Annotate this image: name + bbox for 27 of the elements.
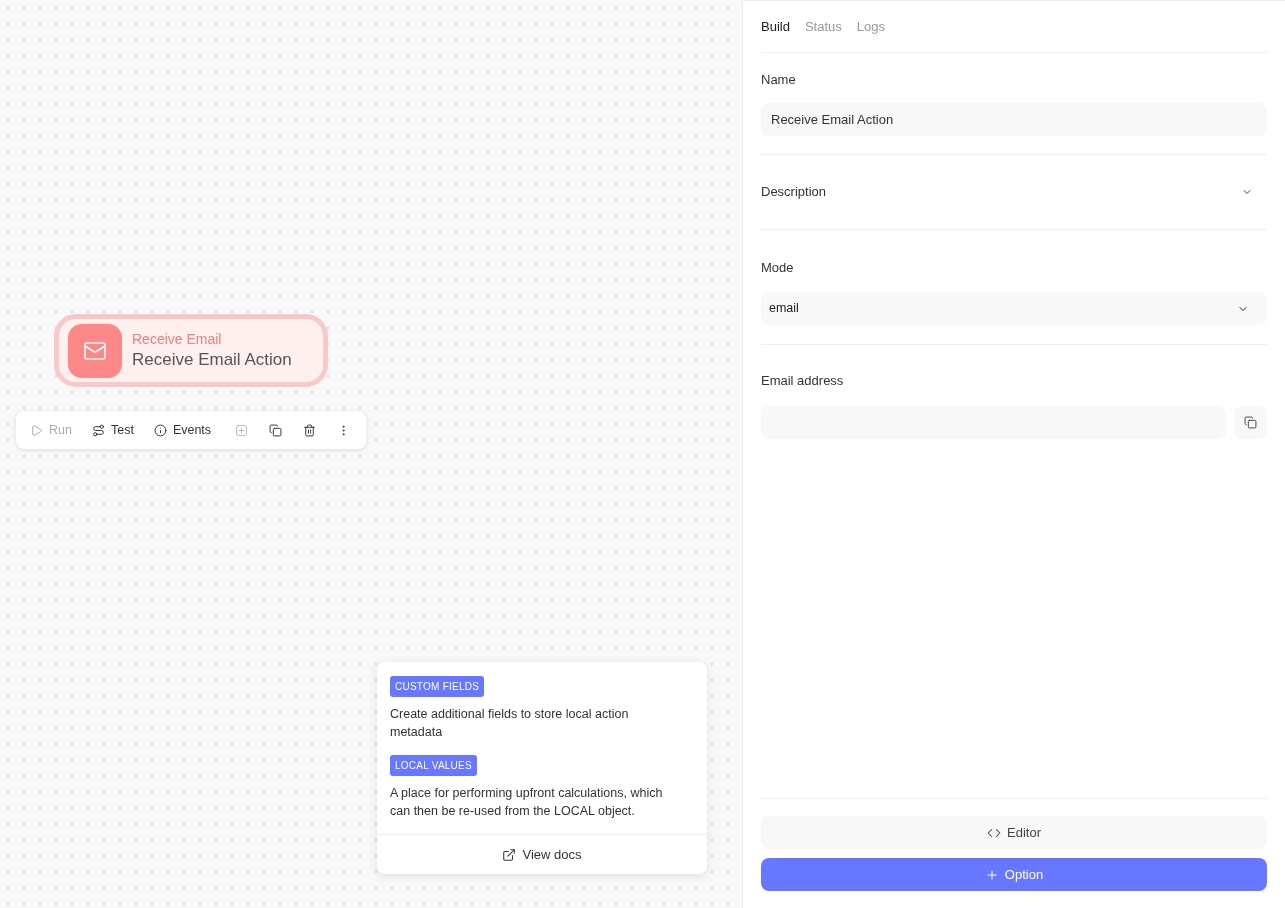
external-link-icon — [502, 847, 517, 862]
view-docs-link[interactable]: View docs — [502, 844, 582, 865]
field-label: Name — [761, 71, 797, 89]
field-label: Email address — [761, 372, 845, 390]
mode-select[interactable]: email — [761, 292, 1267, 325]
play-icon — [30, 423, 43, 437]
add-option-button[interactable]: Option — [761, 858, 1267, 891]
field-label: Mode — [761, 258, 795, 277]
action-node[interactable]: Receive Email Receive Email Action — [54, 314, 328, 387]
copy-icon — [1244, 415, 1257, 429]
section-description: A place for performing upfront calculations, which can then be re-used from the LOCAL object. — [390, 785, 664, 820]
route-icon — [91, 423, 105, 437]
panel-tab[interactable]: Build — [761, 16, 790, 37]
toolbar-button[interactable]: Test — [87, 416, 138, 444]
editor-button[interactable]: Editor — [761, 816, 1267, 849]
section-description: Create additional fields to store local action metadata — [390, 706, 630, 741]
mail-tile-icon — [68, 323, 122, 378]
plus-icon — [984, 867, 999, 882]
section-tag: CUSTOM FIELDS — [390, 676, 485, 697]
node-title: Receive Email Action — [132, 348, 292, 370]
field-label: Description — [761, 182, 827, 201]
name-input[interactable]: Receive Email Action — [761, 102, 1267, 136]
toolbar-button[interactable]: Events — [149, 416, 216, 444]
section-tag: LOCAL VALUES — [390, 755, 477, 776]
info-icon — [153, 423, 167, 437]
node-subtitle: Receive Email — [132, 331, 223, 349]
copy-button[interactable] — [1234, 405, 1267, 439]
